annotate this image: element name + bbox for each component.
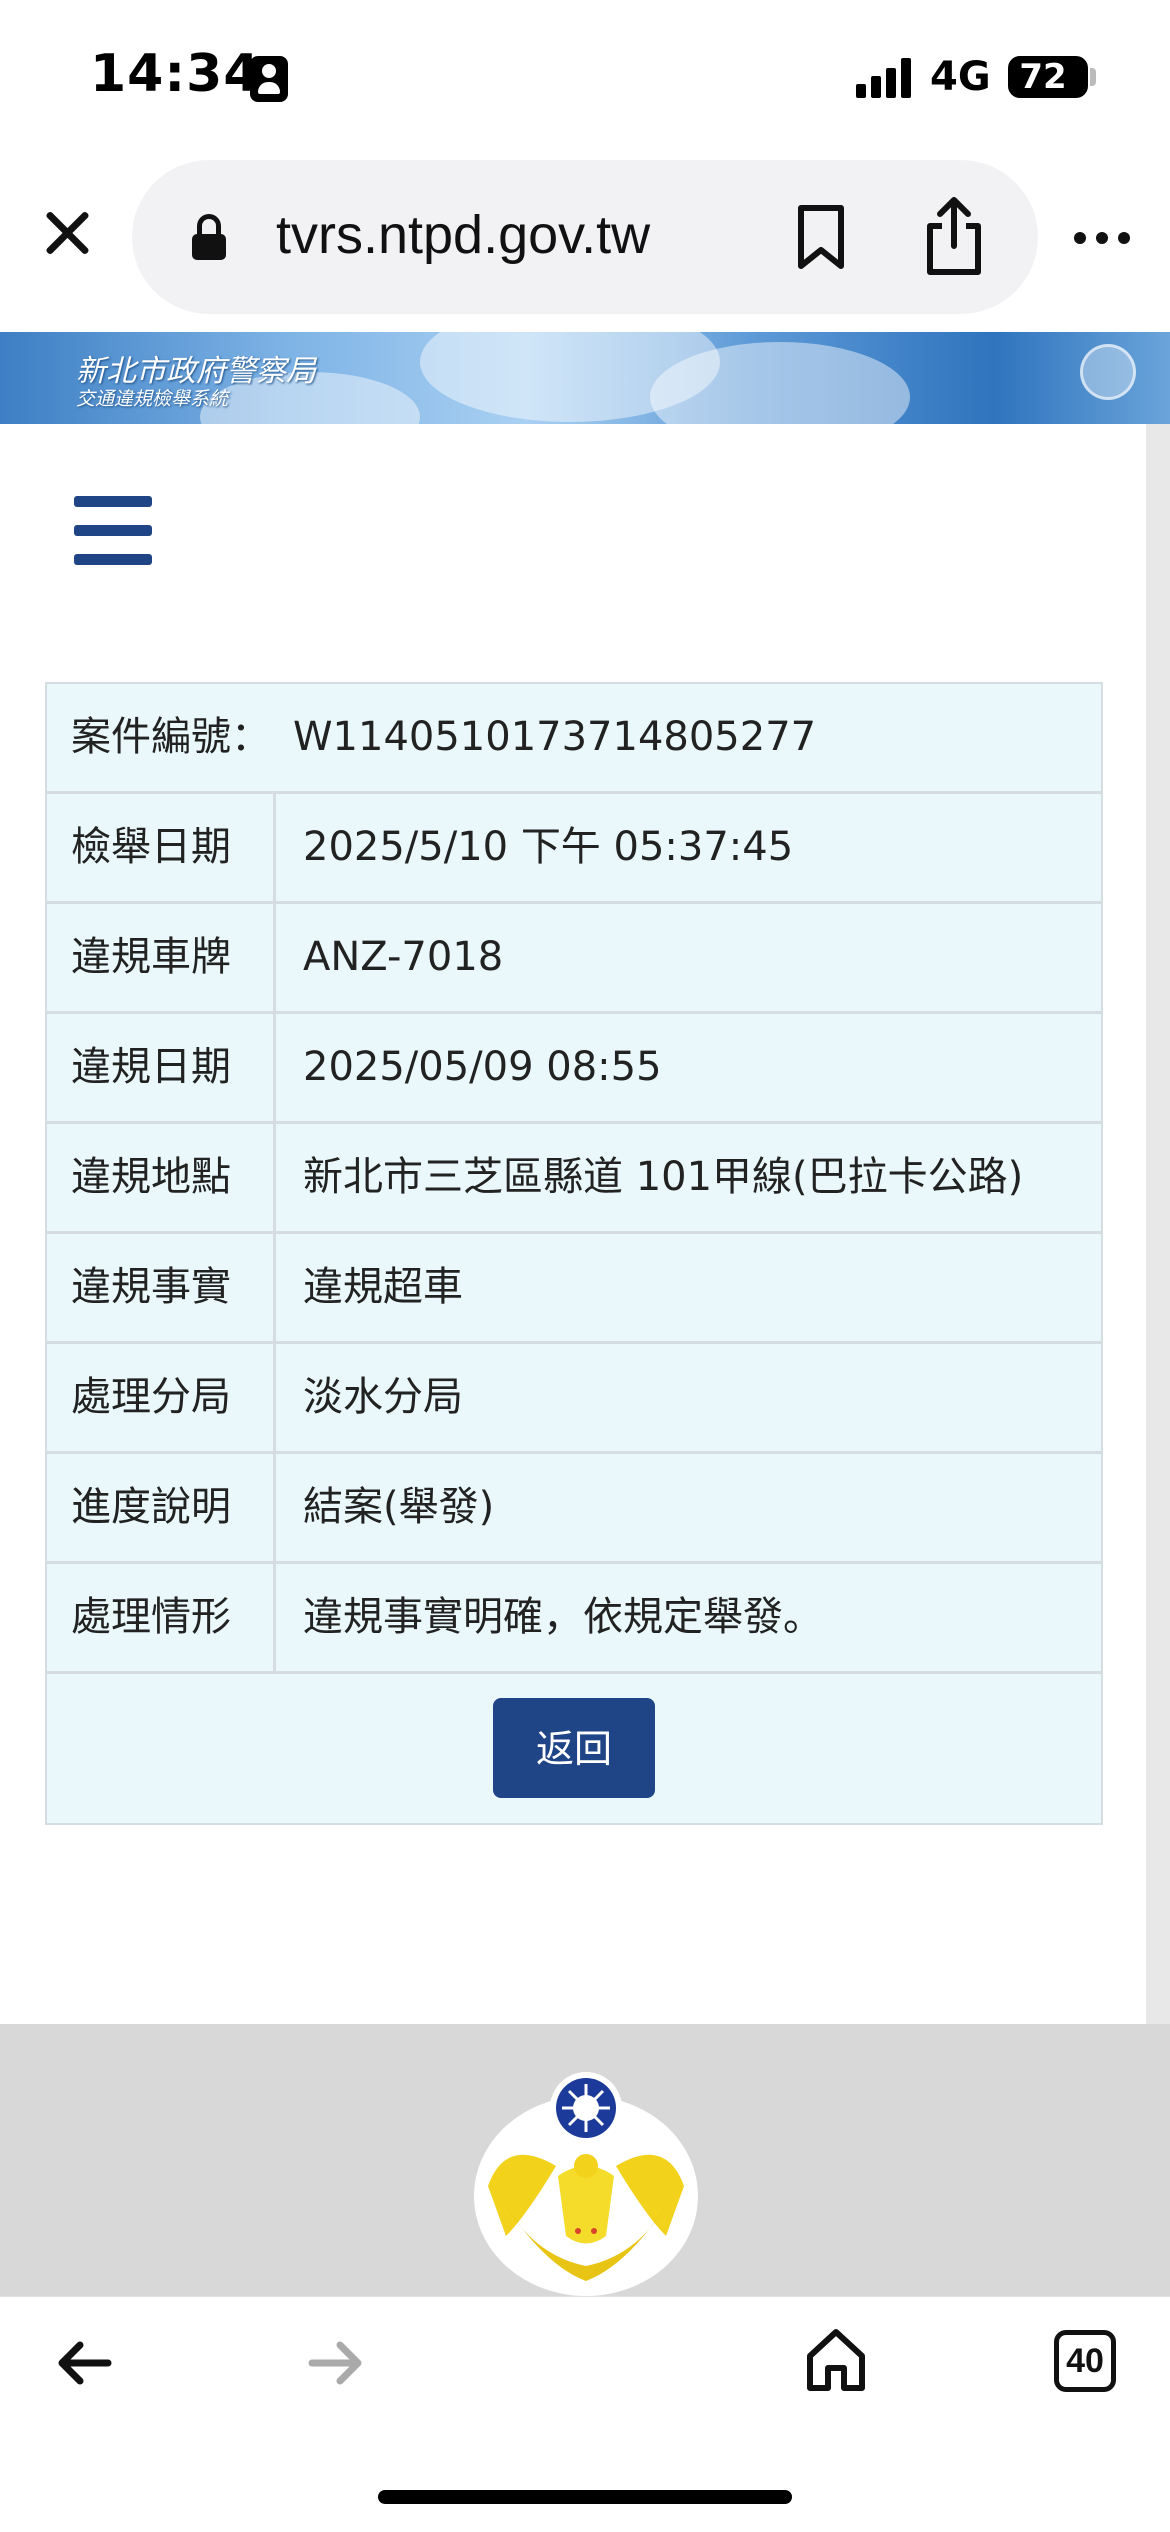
row-label: 違規地點 <box>47 1124 276 1231</box>
share-icon[interactable] <box>924 196 984 276</box>
home-icon[interactable] <box>804 2326 868 2392</box>
row-label: 違規事實 <box>47 1234 276 1341</box>
row-label: 進度說明 <box>47 1454 276 1561</box>
bookmark-icon[interactable] <box>796 204 846 270</box>
home-indicator[interactable] <box>378 2490 792 2504</box>
table-row: 違規日期 2025/05/09 08:55 <box>47 1014 1101 1124</box>
row-label: 處理情形 <box>47 1564 276 1671</box>
row-value: 新北市三芝區縣道 101甲線(巴拉卡公路) <box>303 1154 1024 1200</box>
banner-subtitle: 交通違規檢舉系統 <box>76 388 229 410</box>
case-number-value: W1140510173714805277 <box>293 714 817 760</box>
table-row: 處理情形 違規事實明確，依規定舉發。 <box>47 1564 1101 1674</box>
case-number-row: 案件編號： W1140510173714805277 <box>47 684 1101 794</box>
case-number-label: 案件編號： <box>71 714 271 760</box>
police-emblem-icon <box>1080 344 1136 400</box>
table-row: 檢舉日期 2025/5/10 下午 05:37:45 <box>47 794 1101 904</box>
row-label: 違規車牌 <box>47 904 276 1011</box>
network-type: 4G <box>930 54 991 100</box>
row-label: 檢舉日期 <box>47 794 276 901</box>
table-row: 違規地點 新北市三芝區縣道 101甲線(巴拉卡公路) <box>47 1124 1101 1234</box>
lock-icon <box>192 214 226 260</box>
back-arrow-icon[interactable] <box>54 2338 114 2388</box>
table-row: 處理分局 淡水分局 <box>47 1344 1101 1454</box>
back-button[interactable]: 返回 <box>493 1698 655 1798</box>
scrollbar[interactable] <box>1146 424 1170 2024</box>
row-value: ANZ-7018 <box>303 934 504 980</box>
more-options-icon[interactable] <box>1074 232 1134 246</box>
status-time: 14:34 <box>90 44 261 104</box>
menu-icon[interactable] <box>74 496 154 566</box>
row-value: 結案(舉發) <box>303 1484 495 1530</box>
police-emblem-icon <box>474 2072 698 2296</box>
forward-arrow-icon[interactable] <box>306 2338 366 2388</box>
site-banner: 新北市政府警察局 交通違規檢舉系統 <box>0 332 1170 424</box>
row-value: 2025/05/09 08:55 <box>303 1044 662 1090</box>
row-label: 處理分局 <box>47 1344 276 1451</box>
close-icon[interactable] <box>38 205 94 261</box>
table-row: 違規車牌 ANZ-7018 <box>47 904 1101 1014</box>
battery-level: 72 <box>1019 57 1067 97</box>
battery-icon: 72 <box>1008 56 1088 98</box>
cellular-signal-icon <box>856 58 916 98</box>
row-value: 2025/5/10 下午 05:37:45 <box>303 824 794 870</box>
battery-cap <box>1090 68 1096 86</box>
status-bar: 14:34 4G 72 <box>0 0 1170 150</box>
table-row: 違規事實 違規超車 <box>47 1234 1101 1344</box>
tabs-count-button[interactable]: 40 <box>1054 2330 1116 2392</box>
row-label: 違規日期 <box>47 1014 276 1121</box>
row-value: 淡水分局 <box>303 1374 463 1420</box>
focus-person-icon <box>250 56 288 102</box>
url-text[interactable]: tvrs.ntpd.gov.tw <box>276 204 650 266</box>
case-detail-table: 案件編號： W1140510173714805277 檢舉日期 2025/5/1… <box>45 682 1103 1825</box>
row-value: 違規超車 <box>303 1264 463 1310</box>
table-row: 進度說明 結案(舉發) <box>47 1454 1101 1564</box>
row-value: 違規事實明確，依規定舉發。 <box>303 1594 823 1640</box>
